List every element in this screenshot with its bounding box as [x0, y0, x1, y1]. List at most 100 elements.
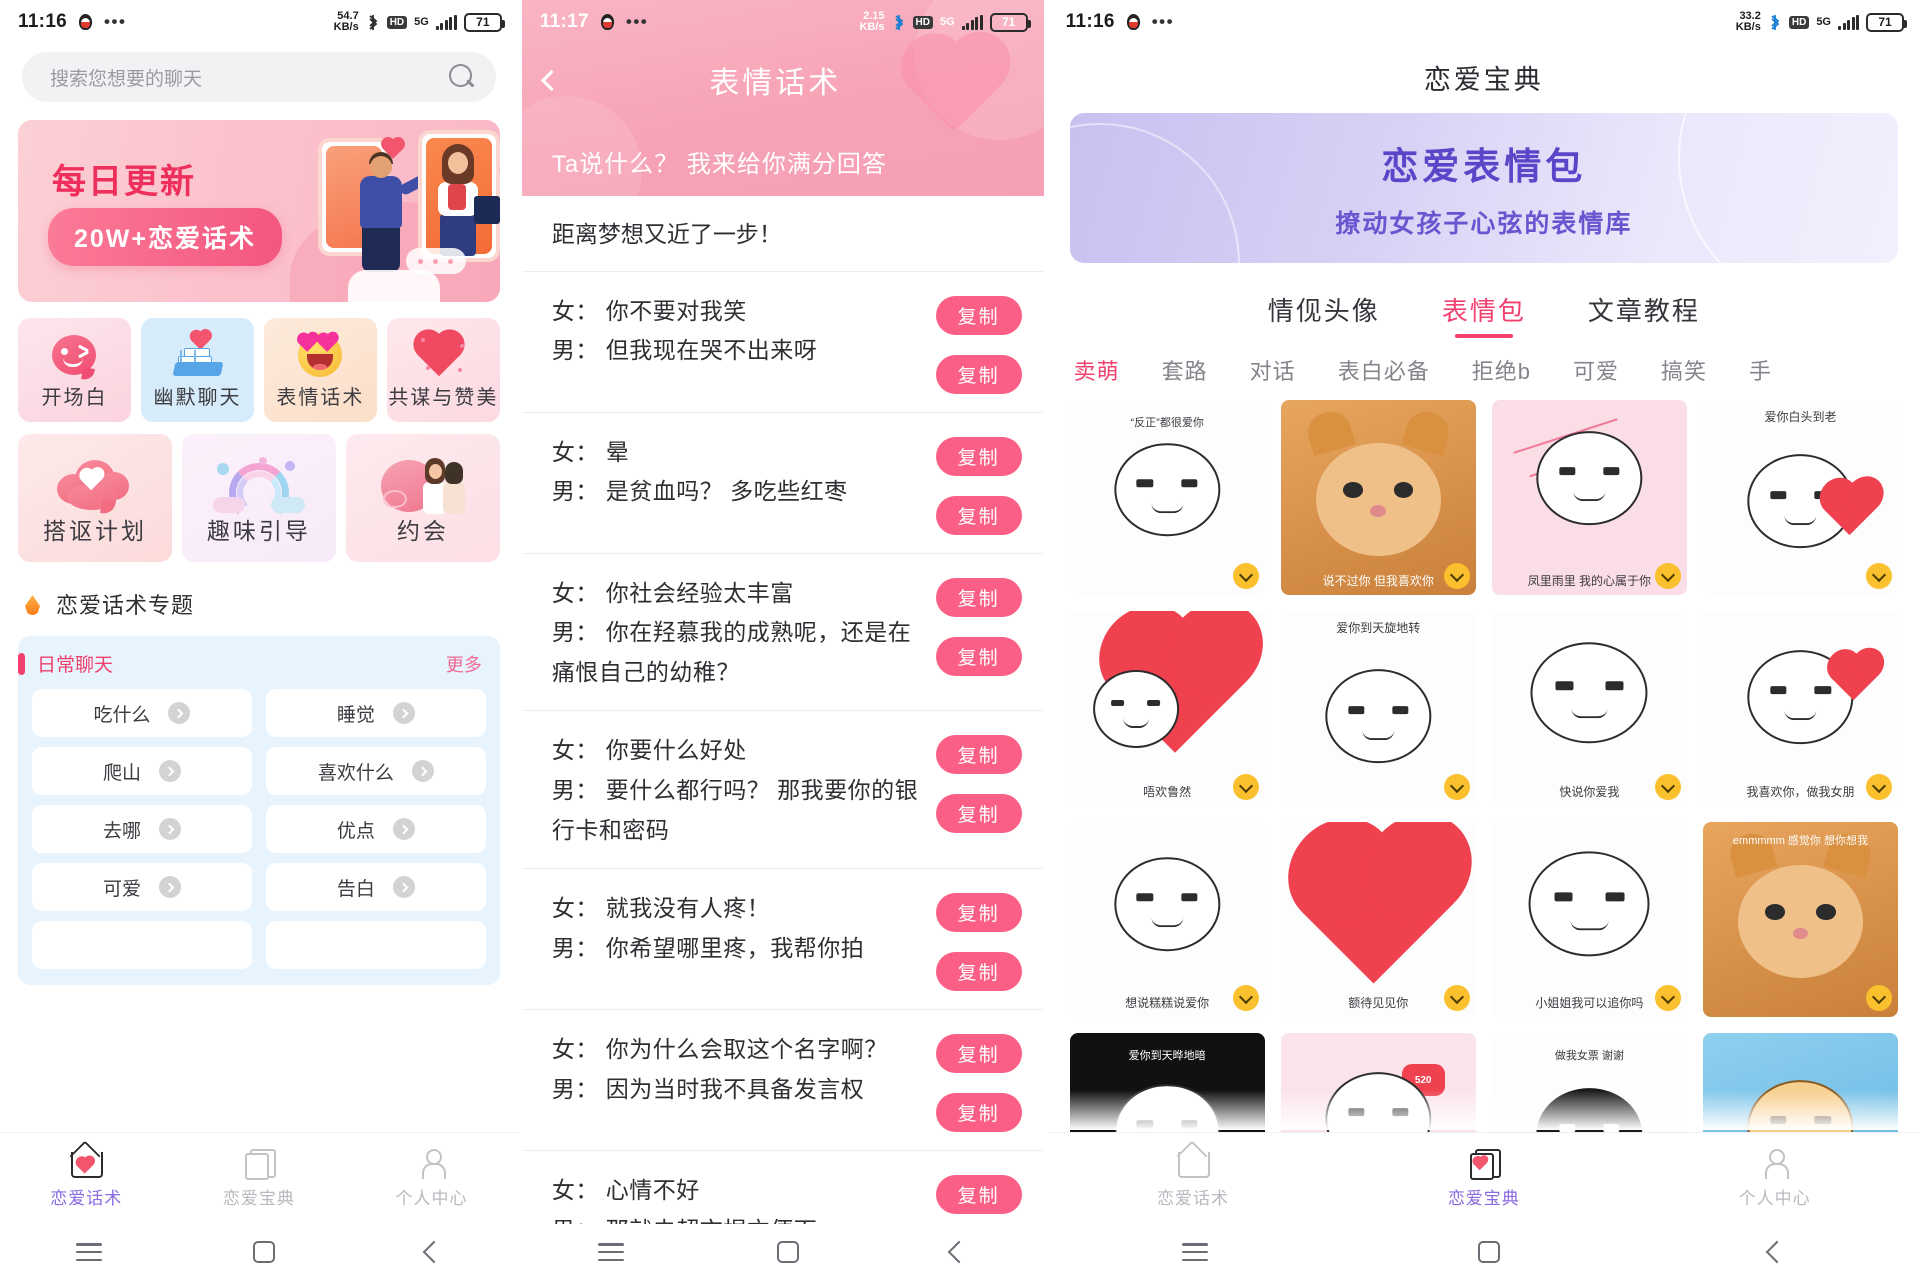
category-card-opening-line[interactable]: 开场白	[18, 318, 131, 422]
promo-banner[interactable]: 每日更新 20W+恋爱话术	[18, 120, 500, 302]
topic-chip[interactable]: 优点	[265, 805, 486, 853]
topic-chip[interactable]	[32, 921, 252, 969]
download-icon[interactable]	[1443, 985, 1470, 1012]
overflow-dots-icon: •••	[1151, 12, 1175, 31]
category-card-pickup-plan[interactable]: 搭讴计划	[18, 434, 172, 562]
download-icon[interactable]	[1232, 985, 1259, 1012]
section-header-topics: 恋爱话术专题	[0, 562, 518, 620]
chip-confession[interactable]: 表白必备	[1338, 354, 1430, 386]
banner-title: 每日更新	[52, 163, 196, 201]
chip-reject[interactable]: 拒绝b	[1472, 354, 1531, 386]
copy-button[interactable]: 复制	[935, 436, 1022, 476]
menu-icon[interactable]	[598, 1243, 625, 1261]
sticker-item[interactable]: 爱你白头到老	[1702, 400, 1898, 596]
menu-icon[interactable]	[75, 1243, 102, 1261]
copy-button[interactable]: 复制	[935, 295, 1022, 335]
copy-button[interactable]: 复制	[935, 636, 1022, 676]
topic-chip[interactable]: 喜欢什么	[265, 747, 486, 795]
search-icon[interactable]	[448, 63, 476, 91]
back-icon[interactable]	[422, 1240, 446, 1264]
back-icon[interactable]	[948, 1240, 971, 1264]
chip-cute[interactable]: 卖萌	[1074, 354, 1120, 386]
copy-button[interactable]: 复制	[935, 1034, 1022, 1074]
male-line: 男： 是贫血吗？ 多吃些红枣	[551, 478, 848, 505]
download-icon[interactable]	[1443, 563, 1470, 590]
download-icon[interactable]	[1232, 774, 1259, 801]
copy-button[interactable]: 复制	[935, 1093, 1022, 1133]
sticker-item[interactable]: “反正”都很爱你	[1069, 400, 1265, 596]
chevron-right-icon	[392, 876, 415, 898]
search-input[interactable]: 搜索您想要的聊天	[22, 52, 496, 102]
tab-couple-avatars[interactable]: 情伣头像	[1268, 291, 1380, 340]
accent-bar	[18, 652, 25, 675]
topic-chip[interactable]: 去哪	[32, 805, 252, 853]
chip-tricks[interactable]: 套路	[1162, 354, 1208, 386]
sticker-item[interactable]: 想说糕糕说爱你	[1069, 822, 1265, 1018]
download-icon[interactable]	[1866, 563, 1892, 590]
tab-love-handbook[interactable]: 恋爱宝典	[173, 1148, 346, 1209]
copy-button[interactable]: 复制	[935, 1175, 1022, 1215]
category-card-emoji-phrases[interactable]: 表情话术	[263, 318, 377, 422]
topic-chip[interactable]: 告白	[265, 863, 486, 911]
sticker-item[interactable]: 快说你爱我	[1491, 611, 1687, 807]
chip-dialogue[interactable]: 对话	[1250, 354, 1296, 386]
sticker-item[interactable]: 说不过你 但我喜欢你	[1280, 400, 1476, 596]
chip-funny[interactable]: 搞笑	[1661, 354, 1707, 386]
copy-button[interactable]: 复制	[935, 952, 1022, 992]
screen-emoji-phrases-list: 11:17 ••• 2.15 KB/s HD 5G 71 表情话术 Ta说什么？…	[521, 0, 1044, 1280]
sticker-promo-banner[interactable]: 恋爱表情包 撩动女孩子心弦的表情库	[1069, 113, 1898, 263]
banner-line1: 恋爱表情包	[1381, 146, 1587, 187]
category-card-date[interactable]: 约会	[345, 434, 500, 562]
download-icon[interactable]	[1232, 563, 1259, 590]
copy-button[interactable]: 复制	[935, 495, 1022, 535]
category-card-humor-chat[interactable]: 幽默聊天	[140, 318, 254, 422]
download-icon[interactable]	[1654, 774, 1681, 801]
copy-button[interactable]: 复制	[935, 354, 1022, 394]
chip-more[interactable]: 手	[1749, 354, 1772, 386]
copy-button[interactable]: 复制	[935, 893, 1022, 933]
female-line: 女： 你为什么会取这个名字啊？	[551, 1036, 888, 1063]
sticker-item[interactable]: emmmmm 感觉你 想你想我	[1702, 822, 1898, 1018]
download-icon[interactable]	[1654, 563, 1681, 590]
topic-chip[interactable]	[265, 921, 486, 969]
category-card-fun-guidance[interactable]: 趣味引导	[181, 434, 336, 562]
bottom-tab-bar: 恋爱话术 恋爱宝典 个人中心	[1047, 1132, 1920, 1224]
tab-love-handbook[interactable]: 恋爱宝典	[1338, 1148, 1629, 1209]
sticker-caption: 爱你到天晔地暗	[1128, 1049, 1206, 1062]
sticker-item[interactable]: 额待见见你	[1280, 822, 1476, 1018]
square-home-icon[interactable]	[1477, 1241, 1500, 1263]
status-time: 11:17	[539, 11, 589, 32]
sticker-caption: 爱你到天旋地转	[1336, 621, 1421, 636]
female-line: 女： 你社会经验太丰富	[551, 579, 794, 606]
copy-button[interactable]: 复制	[935, 735, 1022, 775]
menu-icon[interactable]	[1182, 1243, 1209, 1261]
topic-chip[interactable]: 可爱	[32, 863, 252, 911]
topic-chip[interactable]: 吃什么	[32, 689, 252, 737]
category-card-compliments[interactable]: 共谋与赞美	[386, 318, 500, 422]
sticker-item[interactable]: 唔欢鲁然	[1069, 611, 1265, 807]
more-link[interactable]: 更多	[446, 651, 482, 677]
copy-button[interactable]: 复制	[935, 794, 1022, 834]
download-icon[interactable]	[1654, 985, 1681, 1012]
square-home-icon[interactable]	[252, 1241, 275, 1263]
tab-chat-phrases[interactable]: 恋爱话术	[1048, 1148, 1339, 1209]
tab-stickers[interactable]: 表情包	[1442, 291, 1526, 340]
category-chip-row[interactable]: 卖萌 套路 对话 表白必备 拒绝b 可爱 搞笑 手	[1048, 340, 1920, 386]
copy-button[interactable]: 复制	[935, 577, 1022, 617]
square-home-icon[interactable]	[776, 1241, 799, 1263]
tab-chat-phrases[interactable]: 恋爱话术	[0, 1148, 173, 1209]
sticker-item[interactable]: 小姐姐我可以追你吗	[1491, 822, 1687, 1018]
download-icon[interactable]	[1443, 774, 1470, 801]
section-title: 恋爱话术专题	[56, 593, 195, 618]
tab-articles[interactable]: 文章教程	[1588, 291, 1700, 340]
download-icon[interactable]	[1866, 774, 1892, 801]
topic-chip[interactable]: 睡觉	[265, 689, 486, 737]
tab-profile[interactable]: 个人中心	[1629, 1148, 1920, 1209]
sticker-item[interactable]: 爱你到天旋地转	[1280, 611, 1476, 807]
sticker-item[interactable]: 凤里雨里 我的心属于你	[1491, 400, 1687, 596]
tab-profile[interactable]: 个人中心	[345, 1148, 518, 1209]
back-icon[interactable]	[1765, 1240, 1789, 1264]
topic-chip[interactable]: 爬山	[32, 747, 252, 795]
chip-adorable[interactable]: 可爱	[1573, 354, 1619, 386]
sticker-item[interactable]: 我喜欢你，做我女朋	[1702, 611, 1898, 807]
